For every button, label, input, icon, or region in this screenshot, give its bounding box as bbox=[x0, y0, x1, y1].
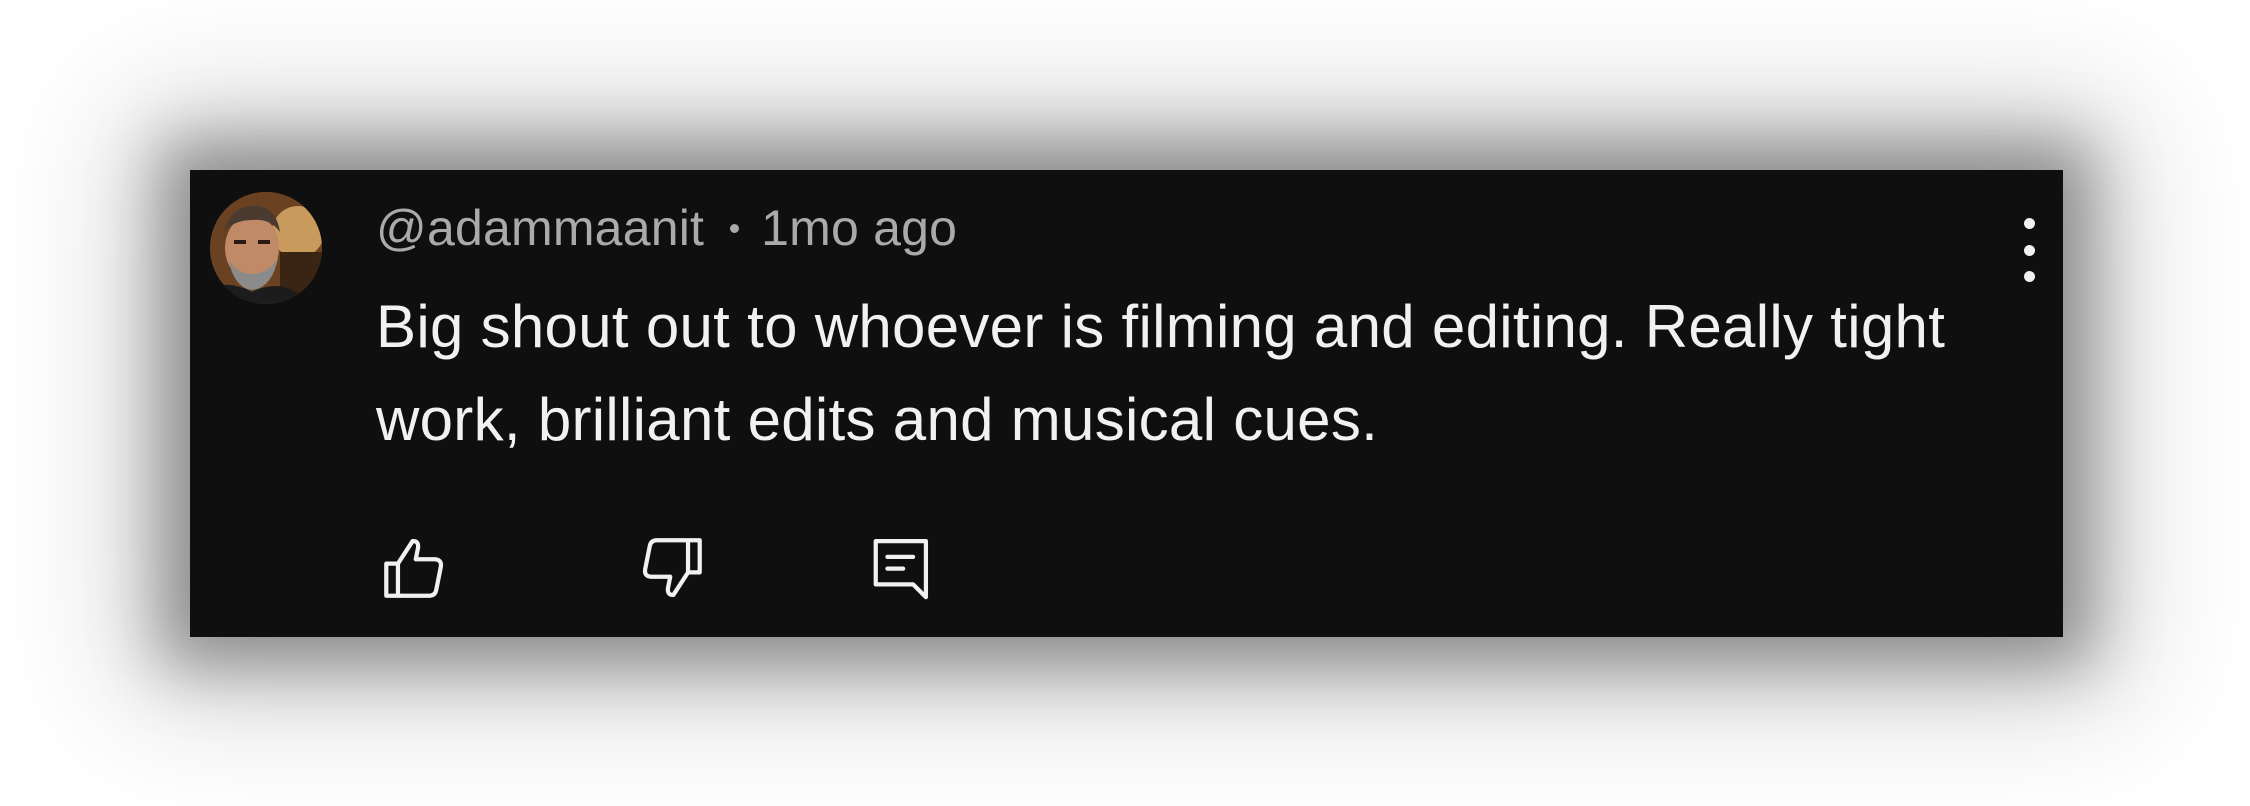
author-handle[interactable]: @adammaanit bbox=[376, 199, 704, 257]
comment-meta: @adammaanit 1mo ago bbox=[376, 198, 957, 258]
separator-dot bbox=[730, 223, 740, 233]
thumb-up-icon bbox=[384, 539, 444, 598]
dislike-button[interactable] bbox=[634, 530, 710, 606]
avatar-image bbox=[210, 192, 322, 304]
thumb-down-icon bbox=[642, 538, 702, 597]
more-options-button[interactable] bbox=[2017, 218, 2041, 282]
reply-comment-icon bbox=[873, 539, 929, 600]
reply-button[interactable] bbox=[864, 530, 940, 606]
comment-text: Big shout out to whoever is filming and … bbox=[376, 293, 1946, 453]
like-button[interactable] bbox=[376, 530, 452, 606]
page: @adammaanit 1mo ago Big shout out to who… bbox=[0, 0, 2250, 806]
more-vert-icon bbox=[2023, 218, 2035, 229]
comment-card: @adammaanit 1mo ago Big shout out to who… bbox=[190, 170, 2063, 637]
comment-timestamp[interactable]: 1mo ago bbox=[761, 199, 957, 257]
avatar[interactable] bbox=[210, 192, 322, 304]
